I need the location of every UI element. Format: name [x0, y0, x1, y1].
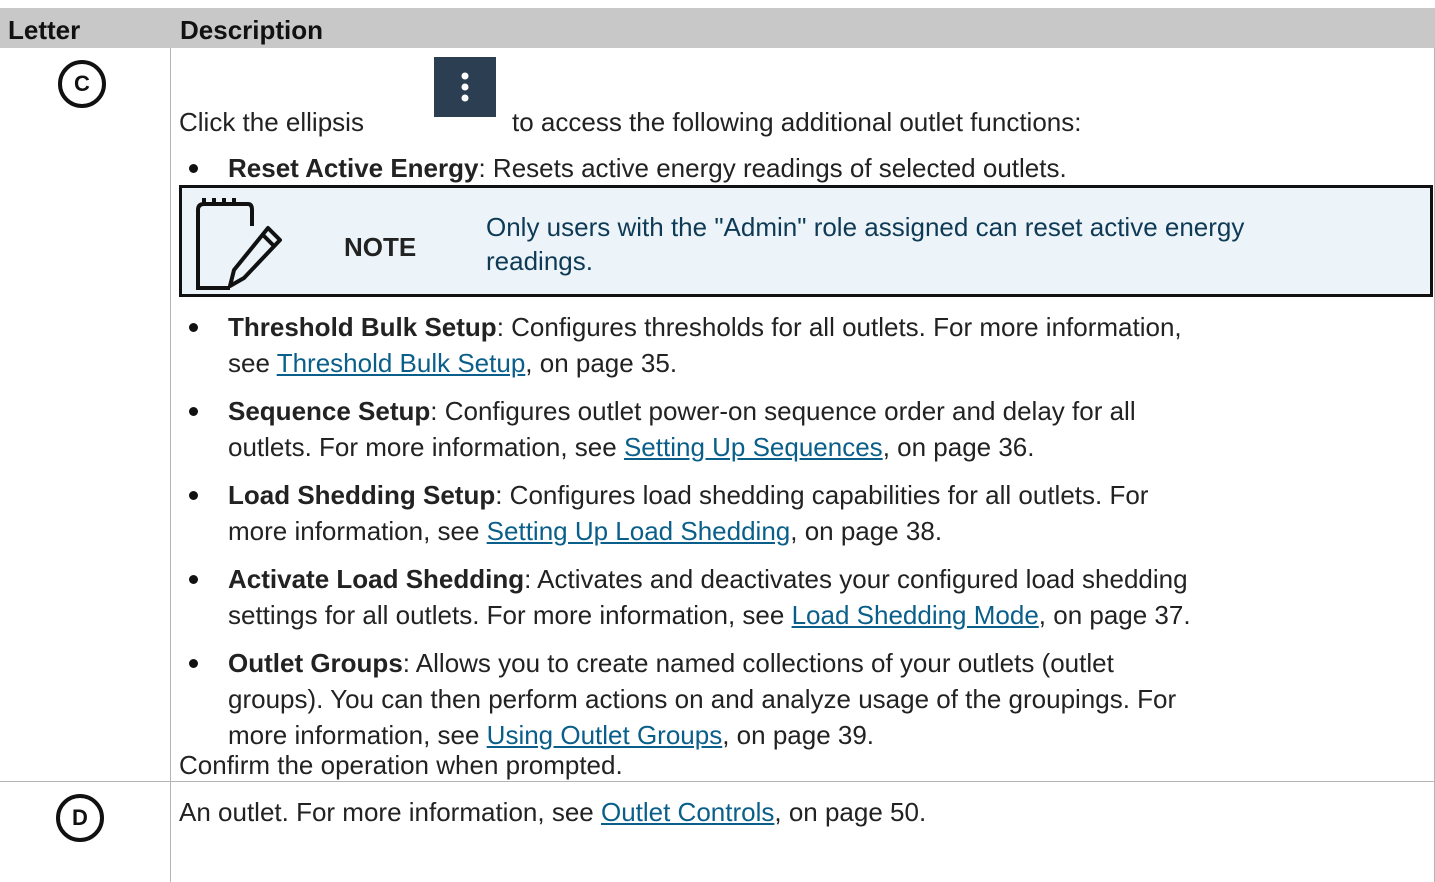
- item-text: : Configures thresholds for all outlets.…: [496, 312, 1182, 342]
- table-header: Letter Description: [0, 8, 1435, 48]
- item-text: settings for all outlets. For more infor…: [228, 600, 792, 630]
- header-description: Description: [180, 15, 324, 45]
- header-letter: Letter: [8, 15, 81, 45]
- note-text: Only users with the "Admin" role assigne…: [486, 210, 1244, 278]
- intro-after: to access the following additional outle…: [512, 107, 1082, 137]
- letter-c-badge: C: [58, 60, 106, 108]
- item-title: Activate Load Shedding: [228, 564, 525, 594]
- bullet: [189, 323, 198, 332]
- row-d-pre: An outlet. For more information, see: [179, 797, 601, 827]
- item-sequence-setup: Sequence Setup: Configures outlet power-…: [228, 395, 1136, 427]
- row-divider: [0, 781, 1435, 782]
- row-d-text: An outlet. For more information, see Out…: [179, 796, 926, 828]
- vertical-ellipsis-icon: [434, 57, 496, 117]
- note-line: readings.: [486, 246, 593, 276]
- item-threshold-bulk-setup: Threshold Bulk Setup: Configures thresho…: [228, 311, 1182, 343]
- note-line: Only users with the "Admin" role assigne…: [486, 212, 1245, 242]
- confirm-text: Confirm the operation when prompted.: [179, 750, 623, 780]
- item-text: , on page 37.: [1038, 600, 1191, 630]
- setting-up-load-shedding-link[interactable]: Setting Up Load Shedding: [487, 516, 791, 546]
- item-text: more information, see: [228, 516, 487, 546]
- item-outlet-groups-line2: groups). You can then perform actions on…: [228, 684, 1177, 714]
- item-title: Load Shedding Setup: [228, 480, 496, 510]
- item-text: outlets. For more information, see: [228, 432, 624, 462]
- item-text: , on page 39.: [722, 720, 875, 750]
- item-activate-load-shedding: Activate Load Shedding: Activates and de…: [228, 563, 1188, 595]
- item-title: Threshold Bulk Setup: [228, 312, 497, 342]
- bullet: [189, 491, 198, 500]
- note-box: NOTE Only users with the "Admin" role as…: [179, 185, 1433, 297]
- item-text: more information, see: [228, 720, 487, 750]
- item-activate-load-shedding-cont: settings for all outlets. For more infor…: [228, 599, 1191, 631]
- item-text: see: [228, 348, 277, 378]
- setting-up-sequences-link[interactable]: Setting Up Sequences: [624, 432, 883, 462]
- item-text: : Configures load shedding capabilities …: [495, 480, 1149, 510]
- item-outlet-groups: Outlet Groups: Allows you to create name…: [228, 647, 1114, 679]
- item-text: : Resets active energy readings of selec…: [478, 153, 1067, 183]
- item-sequence-setup-cont: outlets. For more information, see Setti…: [228, 431, 1035, 463]
- bullet: [189, 164, 198, 173]
- item-threshold-bulk-setup-cont: see Threshold Bulk Setup, on page 35.: [228, 347, 677, 379]
- column-divider: [170, 48, 171, 882]
- item-load-shedding-setup-cont: more information, see Setting Up Load Sh…: [228, 515, 942, 547]
- threshold-bulk-setup-link[interactable]: Threshold Bulk Setup: [277, 348, 526, 378]
- item-text: : Configures outlet power-on sequence or…: [430, 396, 1136, 426]
- item-outlet-groups-cont: more information, see Using Outlet Group…: [228, 719, 874, 751]
- note-pencil-icon: [196, 198, 282, 290]
- letter-d-badge: D: [56, 794, 104, 842]
- item-title: Reset Active Energy: [228, 153, 479, 183]
- bullet: [189, 659, 198, 668]
- using-outlet-groups-link[interactable]: Using Outlet Groups: [487, 720, 723, 750]
- item-text: , on page 36.: [882, 432, 1035, 462]
- note-label: NOTE: [344, 232, 417, 262]
- item-reset-active-energy: Reset Active Energy: Resets active energ…: [228, 152, 1067, 184]
- item-title: Outlet Groups: [228, 648, 403, 678]
- item-text: : Activates and deactivates your configu…: [524, 564, 1188, 594]
- load-shedding-mode-link[interactable]: Load Shedding Mode: [792, 600, 1039, 630]
- bullet: [189, 575, 198, 584]
- item-text: : Allows you to create named collections…: [402, 648, 1114, 678]
- row-d-post: , on page 50.: [774, 797, 927, 827]
- item-title: Sequence Setup: [228, 396, 431, 426]
- item-load-shedding-setup: Load Shedding Setup: Configures load she…: [228, 479, 1148, 511]
- bullet: [189, 407, 198, 416]
- outlet-controls-link[interactable]: Outlet Controls: [601, 797, 774, 827]
- intro-before: Click the ellipsis: [179, 107, 364, 137]
- item-text: , on page 35.: [525, 348, 678, 378]
- item-text: , on page 38.: [790, 516, 943, 546]
